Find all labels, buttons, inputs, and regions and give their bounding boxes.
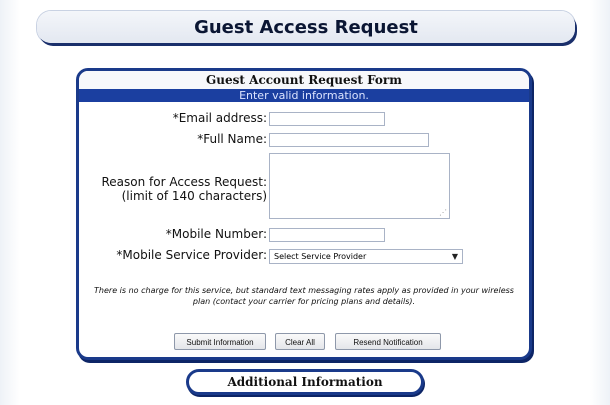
pricing-note: There is no charge for this service, but… — [94, 286, 514, 306]
clear-all-button[interactable]: Clear All — [275, 333, 325, 350]
reason-label-block: Reason for Access Request: (limit of 140… — [79, 175, 267, 203]
form-subtitle: Enter valid information. — [79, 89, 529, 102]
additional-information-button[interactable]: Additional Information — [186, 369, 424, 395]
reason-label: Reason for Access Request: — [101, 175, 267, 189]
email-label: *Email address: — [172, 111, 267, 125]
email-field[interactable] — [269, 112, 385, 126]
form-title: Guest Account Request Form — [79, 71, 529, 89]
provider-label: *Mobile Service Provider: — [116, 248, 267, 262]
fullname-field[interactable] — [269, 133, 429, 147]
reason-wrapper: ⋰ — [269, 153, 450, 219]
provider-selected-value: Select Service Provider — [274, 252, 367, 261]
mobile-number-field[interactable] — [269, 228, 385, 242]
mobile-label: *Mobile Number: — [165, 227, 267, 241]
resize-grip-icon[interactable]: ⋰ — [439, 208, 447, 217]
chevron-down-icon: ▼ — [451, 252, 458, 261]
additional-information-label: Additional Information — [227, 375, 383, 389]
page-title-banner: Guest Access Request — [37, 11, 575, 43]
submit-button[interactable]: Submit Information — [174, 333, 266, 350]
guest-request-form: Guest Account Request Form Enter valid i… — [76, 68, 532, 360]
provider-select[interactable]: Select Service Provider ▼ — [269, 249, 463, 264]
fullname-label: *Full Name: — [197, 132, 267, 146]
reason-textarea[interactable] — [269, 153, 450, 219]
resend-notification-button[interactable]: Resend Notification — [335, 333, 441, 350]
reason-hint: (limit of 140 characters) — [121, 189, 267, 203]
page-title: Guest Access Request — [194, 16, 418, 38]
